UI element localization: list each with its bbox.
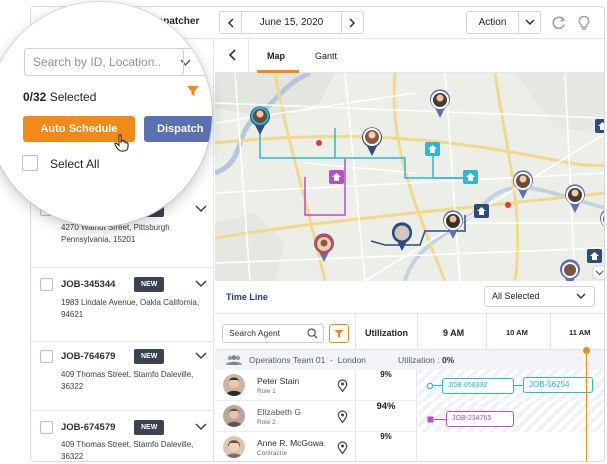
filter-icon — [334, 329, 344, 338]
location-pin-icon[interactable] — [337, 441, 348, 454]
job-address: 409 Thomas Street, Stamfo Daleville, 363… — [61, 370, 194, 391]
job-id: JOB-764679 — [61, 351, 116, 362]
job-checkbox[interactable] — [40, 421, 53, 434]
agent-role: Role 1 — [257, 388, 276, 395]
cursor-hand-icon — [114, 134, 129, 152]
chevron-left-icon — [227, 17, 234, 28]
select-all-checkbox[interactable] — [22, 155, 38, 171]
route-start-marker — [427, 416, 434, 423]
home-pin-icon[interactable] — [425, 142, 440, 156]
location-pin-icon[interactable] — [337, 410, 348, 423]
job-address: 1983 Lindale Avenue, Oakla California, 9… — [61, 298, 200, 319]
agent-name: Anne R. McGowa — [257, 438, 324, 448]
select-all-label[interactable]: Select All — [50, 157, 99, 171]
job-card[interactable]: JOB-674579 NEW 409 Thomas Street, Stamfo… — [31, 411, 214, 461]
date-navigator: June 15, 2020 — [219, 11, 364, 34]
filter-icon[interactable] — [186, 84, 200, 98]
location-pin-icon[interactable] — [337, 379, 348, 392]
chevron-down-icon — [576, 293, 586, 299]
job-address: 4270 Walnut Street, Pittsburgh Pennsylva… — [61, 223, 170, 244]
agent-utilization: 9% — [355, 432, 417, 461]
job-checkbox[interactable] — [40, 278, 53, 291]
agent-utilization: 9% — [355, 370, 417, 401]
status-badge: NEW — [134, 420, 165, 435]
agent-role: Role 2 — [257, 419, 276, 426]
home-pin-icon[interactable] — [587, 249, 602, 263]
chevron-down-icon[interactable] — [195, 205, 207, 213]
agent-role: Contractor — [257, 450, 288, 457]
hour-10am-header: 10 AM — [506, 328, 528, 337]
next-date-button[interactable] — [341, 12, 363, 33]
team-name: Operations Team 01 - London — [249, 355, 367, 365]
timeline-header: Time Line All Selected — [215, 281, 604, 314]
job-search-input[interactable]: Search by ID, Location.. — [24, 48, 184, 76]
status-badge: NEW — [134, 349, 165, 364]
previous-date-button[interactable] — [220, 12, 242, 33]
timeline-job-chip[interactable]: JOB-234765 — [446, 411, 514, 427]
dispatch-button[interactable]: Dispatch — [144, 116, 212, 142]
refresh-icon[interactable] — [551, 15, 567, 31]
agent-row[interactable]: Peter Stain Role 1 9% JOB-656332 JOB-562… — [215, 370, 604, 401]
home-pin-icon[interactable] — [463, 170, 478, 184]
chevron-right-icon — [349, 17, 356, 28]
utilization-column-header: Utilization — [365, 328, 408, 338]
chevron-down-icon[interactable] — [195, 280, 207, 288]
action-label: Action — [478, 17, 507, 28]
avatar — [223, 374, 245, 396]
hour-11am-header: 11 AM — [569, 328, 591, 337]
chevron-down-icon[interactable] — [195, 352, 207, 360]
job-card[interactable]: JOB-764679 NEW 409 Thomas Street, Stamfo… — [31, 342, 214, 411]
timeline-title: Time Line — [226, 292, 268, 302]
team-location: London — [337, 355, 367, 365]
job-checkbox[interactable] — [40, 350, 53, 363]
action-dropdown[interactable]: Action — [466, 11, 541, 34]
job-id: JOB-345344 — [61, 279, 116, 290]
agent-name: Peter Stain — [257, 376, 300, 386]
search-agent-input[interactable]: Search Agent — [222, 324, 324, 343]
timeline-job-chip[interactable]: JOB-656332 — [442, 378, 514, 394]
current-time-line — [586, 350, 587, 461]
avatar — [223, 436, 245, 458]
chevron-down-icon — [524, 19, 535, 26]
lightbulb-icon[interactable] — [576, 15, 592, 31]
map-canvas[interactable] — [215, 73, 605, 281]
job-card[interactable]: JOB-345344 NEW 1983 Lindale Avenue, Oakl… — [31, 268, 214, 342]
hour-9am-header: 9 AM — [443, 328, 465, 338]
job-id: JOB-674579 — [61, 422, 116, 433]
agent-utilization: 94% — [355, 401, 417, 432]
search-icon — [307, 328, 318, 339]
chevron-left-icon[interactable] — [227, 49, 237, 61]
timeline-filter-value: All Selected — [492, 291, 540, 301]
agent-row[interactable]: Elizabeth G Role 2 94% JOB-234765 — [215, 401, 604, 432]
route-map[interactable] — [215, 73, 605, 281]
search-agent-placeholder: Search Agent — [229, 328, 281, 338]
team-utilization: Utilization : 0% — [398, 355, 455, 365]
job-address: 409 Thomas Street, Stamfo Daleville, 363… — [61, 440, 194, 461]
timeline-job-chip[interactable]: JOB-56254 — [523, 377, 593, 393]
home-pin-icon[interactable] — [474, 204, 489, 218]
home-pin-icon[interactable] — [329, 170, 344, 184]
team-icon — [226, 355, 242, 365]
avatar — [223, 405, 245, 427]
agent-row[interactable]: Anne R. McGowa Contractor 9% — [215, 432, 604, 461]
map-scroll-down-button[interactable] — [592, 265, 605, 280]
route-start-marker — [426, 382, 434, 390]
timeline-filter-select[interactable]: All Selected — [484, 286, 595, 307]
tab-map[interactable]: Map — [267, 51, 285, 61]
current-time-marker — [583, 347, 590, 354]
status-badge: NEW — [134, 277, 165, 292]
current-date[interactable]: June 15, 2020 — [242, 17, 341, 28]
selected-count: 0/32 Selected — [23, 90, 97, 104]
team-row[interactable]: Operations Team 01 - London Utilization … — [215, 350, 604, 370]
home-pin-icon[interactable] — [595, 119, 605, 133]
view-tabs-bar: Map Gantt — [215, 39, 604, 73]
agent-name: Elizabeth G — [257, 407, 301, 417]
action-dropdown-toggle[interactable] — [518, 12, 540, 33]
agent-filter-button[interactable] — [329, 324, 349, 343]
tab-gantt[interactable]: Gantt — [315, 51, 337, 61]
timeline-grid-header: Search Agent Utilization 9 AM 10 AM 11 A… — [215, 314, 604, 350]
chevron-down-icon[interactable] — [195, 423, 207, 431]
